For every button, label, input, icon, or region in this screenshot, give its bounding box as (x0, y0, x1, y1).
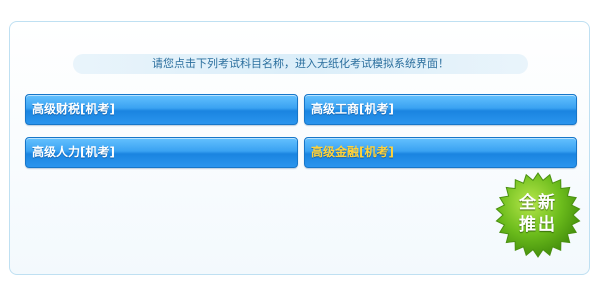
exam-button-business[interactable]: 高级工商[机考] (304, 94, 577, 125)
instruction-text: 请您点击下列考试科目名称，进入无纸化考试模拟系统界面！ (152, 57, 449, 70)
instruction-banner: 请您点击下列考试科目名称，进入无纸化考试模拟系统界面！ (73, 54, 528, 74)
new-release-badge: 全新 推出 (495, 172, 581, 258)
exam-button-human-resources[interactable]: 高级人力[机考] (25, 137, 298, 168)
exam-button-banking[interactable]: 高级金融[机考] (304, 137, 577, 168)
exam-button-finance-tax[interactable]: 高级财税[机考] (25, 94, 298, 125)
badge-line-1: 全新 (519, 193, 557, 213)
badge-line-2: 推出 (519, 215, 557, 235)
